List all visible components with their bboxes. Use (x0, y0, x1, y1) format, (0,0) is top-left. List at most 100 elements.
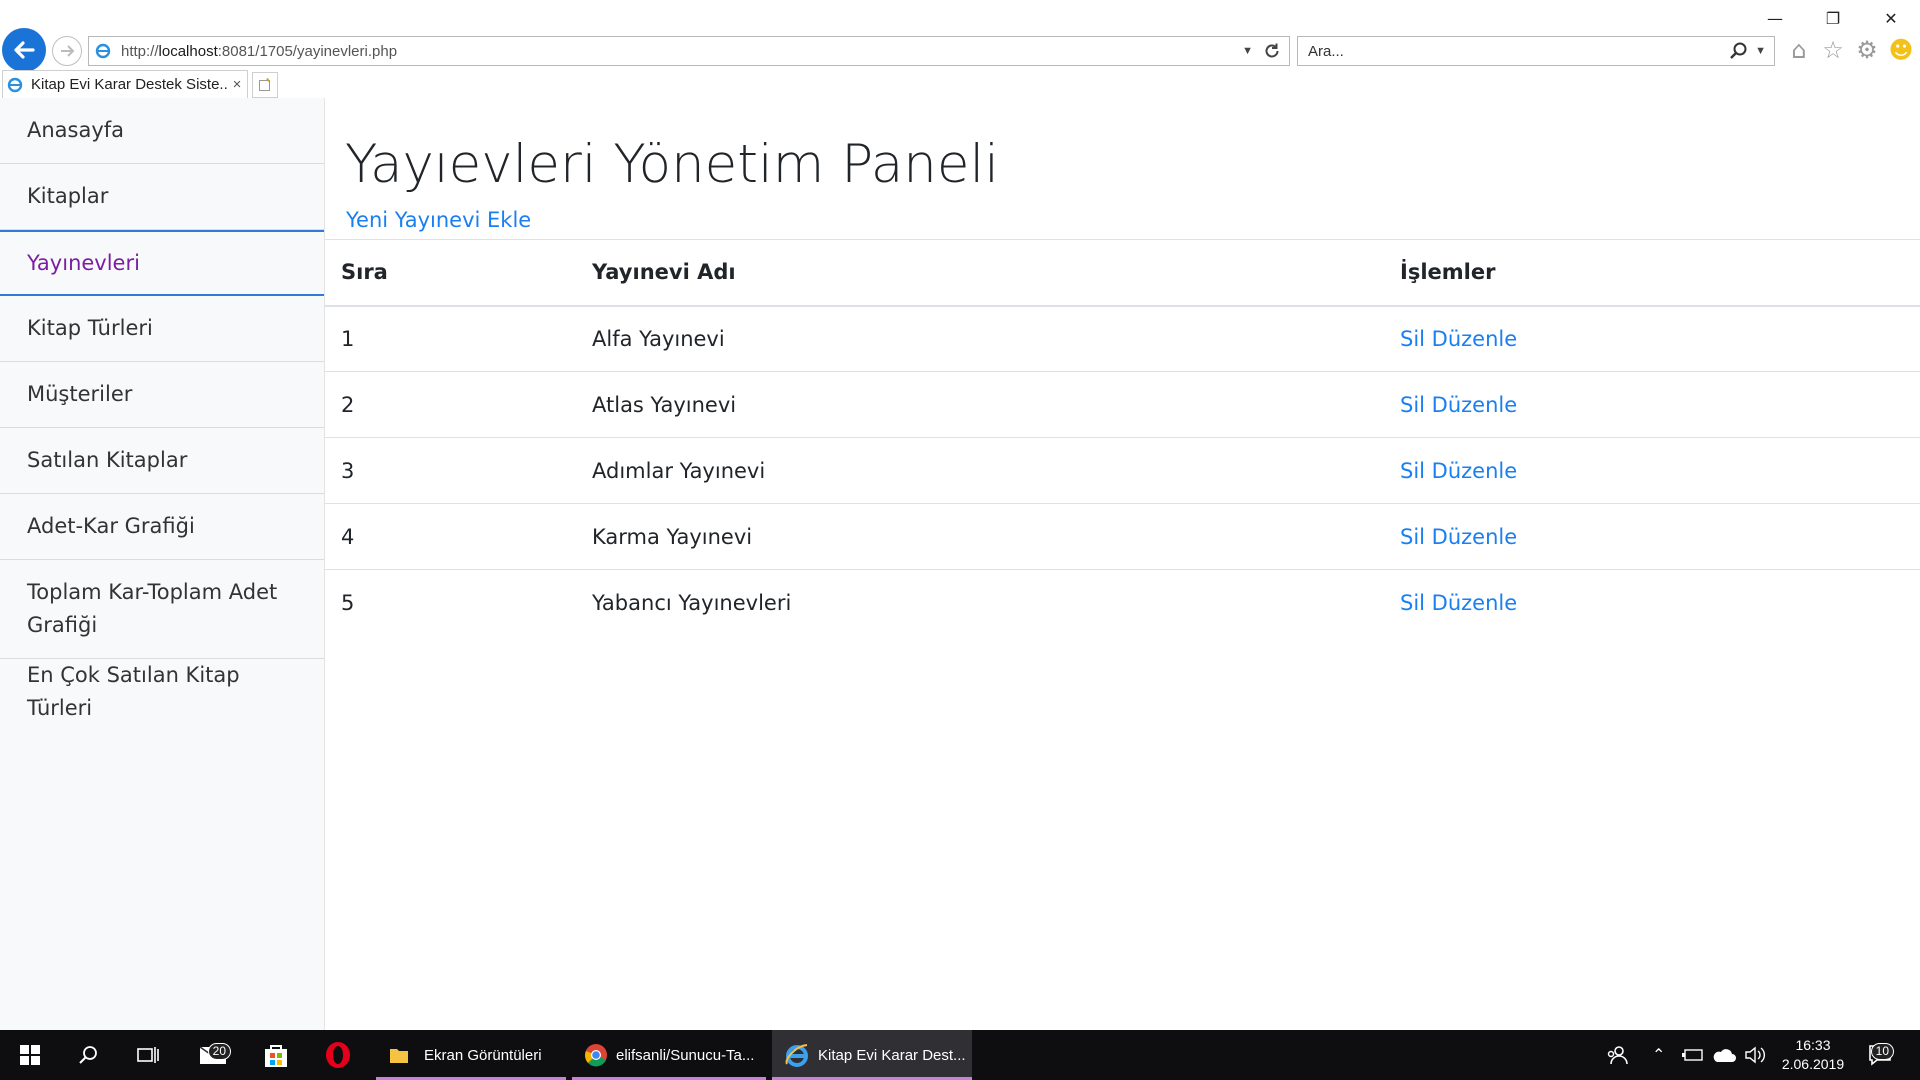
mail-app-button[interactable]: 20 (190, 1030, 238, 1080)
sidebar-nav: Anasayfa Kitaplar Yayınevleri Kitap Türl… (0, 98, 325, 1030)
gear-icon[interactable]: ⚙ (1854, 36, 1880, 64)
close-window-button[interactable]: ✕ (1862, 0, 1920, 36)
mail-badge: 20 (207, 1043, 231, 1060)
search-placeholder[interactable]: Ara... (1308, 43, 1729, 60)
dropdown-arrow-icon[interactable]: ▼ (1242, 45, 1253, 57)
search-icon[interactable] (1729, 41, 1749, 61)
publisher-name: Adımlar Yayınevi (592, 437, 1400, 504)
smiley-feedback-icon[interactable]: ☻ (1888, 36, 1914, 64)
chevron-up-icon[interactable]: ⌃ (1652, 1030, 1665, 1080)
people-icon[interactable] (1606, 1030, 1628, 1080)
row-actions-link[interactable]: Sil Düzenle (1400, 327, 1517, 351)
onedrive-cloud-icon[interactable] (1712, 1030, 1736, 1080)
search-dropdown-icon[interactable]: ▼ (1755, 45, 1766, 57)
clock-time: 16:33 (1795, 1037, 1831, 1053)
tab-title: Kitap Evi Karar Destek Siste... (31, 76, 227, 93)
taskbar-app-ie[interactable]: Kitap Evi Karar Dest... (772, 1030, 972, 1080)
task-view-icon (137, 1047, 159, 1063)
task-view-button[interactable] (118, 1030, 178, 1080)
sidebar-item-en-cok-satilan[interactable]: En Çok Satılan Kitap Türleri (0, 659, 324, 725)
address-bar[interactable]: http://localhost:8081/1705/yayinevleri.p… (88, 36, 1290, 66)
sidebar-item-toplam-kar-grafigi[interactable]: Toplam Kar-Toplam Adet Grafiği (0, 560, 324, 659)
publisher-name: Atlas Yayınevi (592, 371, 1400, 438)
add-publisher-link[interactable]: Yeni Yayınevi Ekle (346, 208, 531, 232)
row-actions-link[interactable]: Sil Düzenle (1400, 393, 1517, 417)
browser-chrome: — ❐ ✕ http://localhost:8081/1705/yayinev… (0, 0, 1920, 98)
row-number: 2 (325, 371, 592, 438)
forward-button[interactable] (52, 36, 82, 66)
refresh-icon[interactable] (1263, 42, 1281, 60)
publisher-name: Karma Yayınevi (592, 503, 1400, 570)
tab-close-icon[interactable]: × (227, 76, 247, 93)
taskbar-app-explorer[interactable]: Ekran Görüntüleri (376, 1030, 566, 1080)
taskbar-app-chrome[interactable]: elifsanli/Sunucu-Ta... (572, 1030, 766, 1080)
minimize-button[interactable]: — (1746, 0, 1804, 36)
publishers-table: Sıra Yayınevi Adı İşlemler 1 Alfa Yayıne… (325, 239, 1920, 636)
row-actions-link[interactable]: Sil Düzenle (1400, 459, 1517, 483)
ie-tab-icon (7, 77, 23, 92)
search-icon (79, 1046, 97, 1064)
volume-icon[interactable] (1744, 1030, 1766, 1080)
table-row: 5 Yabancı Yayınevleri Sil Düzenle (325, 570, 1920, 636)
table-header-row: Sıra Yayınevi Adı İşlemler (325, 239, 1920, 307)
row-number: 3 (325, 437, 592, 504)
system-clock[interactable]: 16:33 2.06.2019 (1772, 1036, 1854, 1074)
favorites-star-icon[interactable]: ☆ (1820, 36, 1846, 64)
internet-explorer-icon (785, 1044, 808, 1067)
start-button[interactable] (0, 1030, 60, 1080)
windows-taskbar: 20 Ekran Görüntüleri elifsanli/Sunucu-Ta… (0, 1030, 1920, 1080)
battery-icon[interactable] (1682, 1030, 1704, 1080)
ie-page-icon (95, 43, 111, 59)
sidebar-item-kitaplar[interactable]: Kitaplar (0, 164, 324, 230)
tab-bar: Kitap Evi Karar Destek Siste... × (0, 70, 1920, 98)
sidebar-item-yayinevleri[interactable]: Yayınevleri (0, 230, 324, 296)
arrow-right-icon (61, 45, 75, 57)
header-yayinevi-adi: Yayınevi Adı (592, 239, 1400, 307)
publisher-name: Yabancı Yayınevleri (592, 590, 792, 615)
restore-button[interactable]: ❐ (1804, 0, 1862, 36)
arrow-left-icon (14, 41, 35, 59)
folder-icon (390, 1049, 408, 1063)
sidebar-item-anasayfa[interactable]: Anasayfa (0, 98, 324, 164)
new-tab-button[interactable] (252, 72, 278, 98)
row-number: 1 (325, 305, 592, 372)
new-tab-icon (259, 78, 270, 91)
taskbar-app-label: elifsanli/Sunucu-Ta... (616, 1046, 755, 1064)
row-actions-link[interactable]: Sil Düzenle (1400, 525, 1517, 549)
table-row: 3 Adımlar Yayınevi Sil Düzenle (325, 437, 1920, 504)
store-bag-icon (265, 1045, 287, 1067)
table-row: 1 Alfa Yayınevi Sil Düzenle (325, 305, 1920, 372)
browser-tab[interactable]: Kitap Evi Karar Destek Siste... × (2, 70, 248, 98)
main-content: Yayıevleri Yönetim Paneli Yeni Yayınevi … (325, 98, 1920, 1030)
taskbar-app-label: Ekran Görüntüleri (424, 1046, 542, 1064)
clock-date: 2.06.2019 (1781, 1056, 1845, 1072)
table-row: 4 Karma Yayınevi Sil Düzenle (325, 503, 1920, 570)
home-icon[interactable]: ⌂ (1786, 36, 1812, 64)
sidebar-item-satilan-kitaplar[interactable]: Satılan Kitaplar (0, 428, 324, 494)
search-box[interactable]: Ara... ▼ (1297, 36, 1775, 66)
row-number: 4 (325, 503, 592, 570)
notification-center-button[interactable]: 10 (1868, 1030, 1894, 1080)
sidebar-item-adet-kar-grafigi[interactable]: Adet-Kar Grafiği (0, 494, 324, 560)
taskbar-search-button[interactable] (60, 1030, 118, 1080)
url-text[interactable]: http://localhost:8081/1705/yayinevleri.p… (121, 43, 1242, 60)
sidebar-item-kitap-turleri[interactable]: Kitap Türleri (0, 296, 324, 362)
opera-app-button[interactable] (314, 1030, 362, 1080)
header-sira: Sıra (325, 239, 592, 307)
row-actions-link[interactable]: Sil Düzenle (1400, 591, 1517, 615)
back-button[interactable] (2, 28, 46, 72)
store-app-button[interactable] (252, 1030, 300, 1080)
notification-badge: 10 (1870, 1043, 1894, 1060)
taskbar-app-label: Kitap Evi Karar Dest... (818, 1046, 966, 1064)
window-controls: — ❐ ✕ (1746, 0, 1920, 36)
header-islemler: İşlemler (1400, 239, 1920, 307)
sidebar-item-musteriler[interactable]: Müşteriler (0, 362, 324, 428)
opera-icon (326, 1042, 350, 1068)
page-title: Yayıevleri Yönetim Paneli (345, 134, 999, 195)
row-number: 5 (341, 590, 355, 615)
chrome-icon (585, 1044, 607, 1067)
publisher-name: Alfa Yayınevi (592, 305, 1400, 372)
toolbar-icons: ⌂ ☆ ⚙ ☻ (1786, 36, 1914, 64)
table-row: 2 Atlas Yayınevi Sil Düzenle (325, 371, 1920, 438)
windows-logo-icon (20, 1045, 40, 1065)
